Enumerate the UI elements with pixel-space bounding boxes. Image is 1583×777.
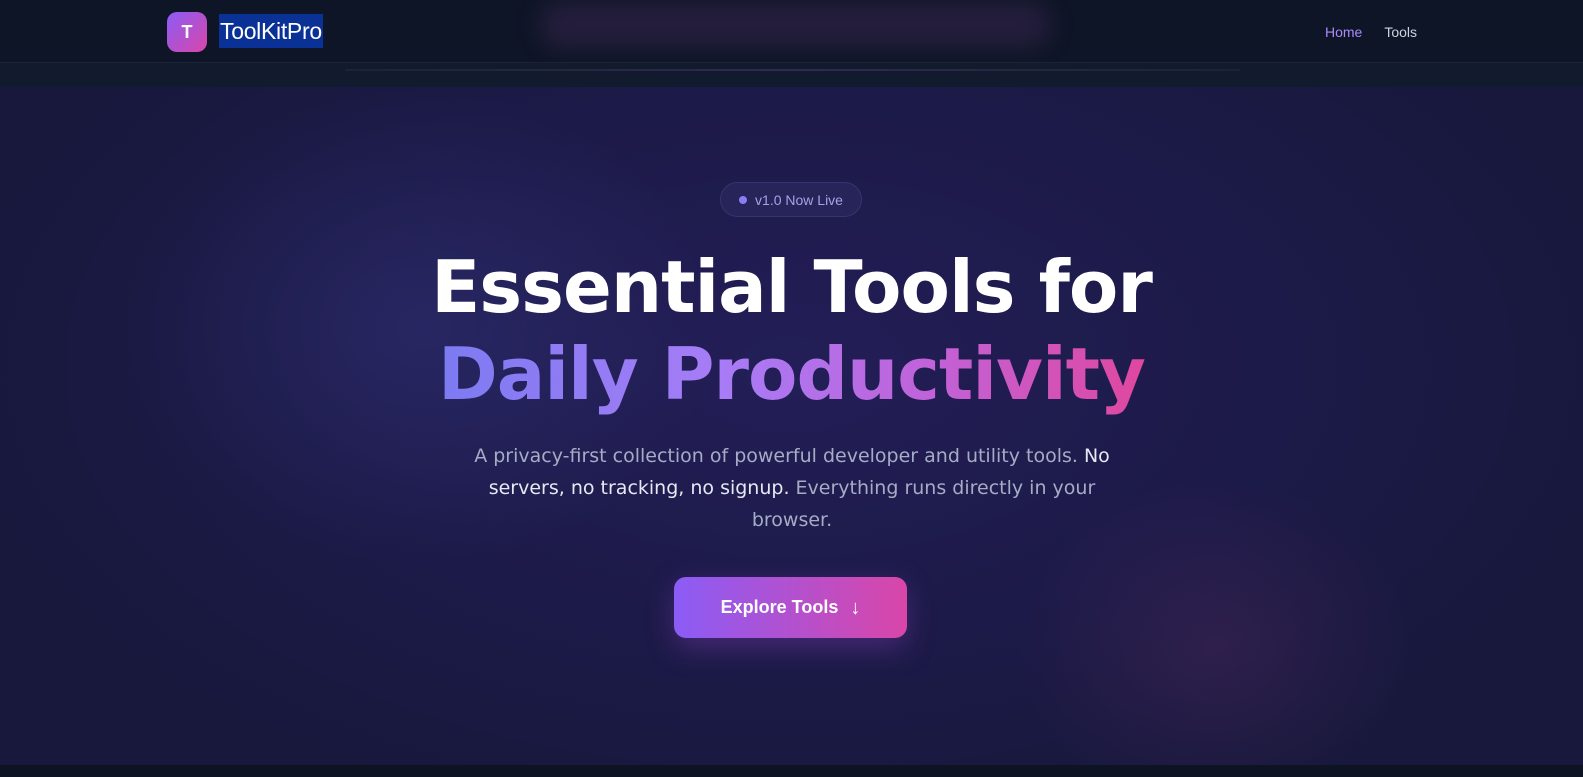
hero-headline: Essential Tools for: [431, 245, 1153, 329]
explore-tools-label: Explore Tools: [720, 597, 839, 617]
arrow-down-icon: ↓: [850, 596, 861, 619]
version-badge: v1.0 Now Live: [720, 182, 862, 217]
brand-name[interactable]: ToolKitPro: [219, 14, 323, 48]
header-subbar: [0, 63, 1583, 87]
page: T ToolKitPro Home Tools v1.0 Now Live Es…: [0, 0, 1583, 777]
status-dot-icon: [739, 195, 748, 204]
explore-tools-button[interactable]: Explore Tools ↓: [674, 577, 907, 638]
hero-headline-accent: Daily Productivity: [0, 331, 1583, 417]
hero-subtitle: A privacy-first collection of powerful d…: [472, 440, 1112, 536]
subtitle-part-3: Everything runs directly in your browser…: [751, 477, 1096, 531]
logo-mark[interactable]: T: [167, 12, 207, 52]
subbar-divider: [345, 69, 1240, 71]
subtitle-part-1: A privacy-first collection of powerful d…: [474, 445, 1078, 467]
nav-link-tools[interactable]: Tools: [1384, 23, 1417, 41]
main-nav: Home Tools: [1325, 23, 1417, 41]
hero-bottom-edge: [0, 765, 1583, 777]
nav-link-home[interactable]: Home: [1325, 23, 1362, 41]
version-badge-label: v1.0 Now Live: [755, 191, 843, 208]
hero-headline-accent-text: Daily Productivity: [438, 332, 1146, 416]
nav-glow-decoration: [540, 2, 1050, 48]
top-navbar: T ToolKitPro Home Tools: [0, 0, 1583, 63]
